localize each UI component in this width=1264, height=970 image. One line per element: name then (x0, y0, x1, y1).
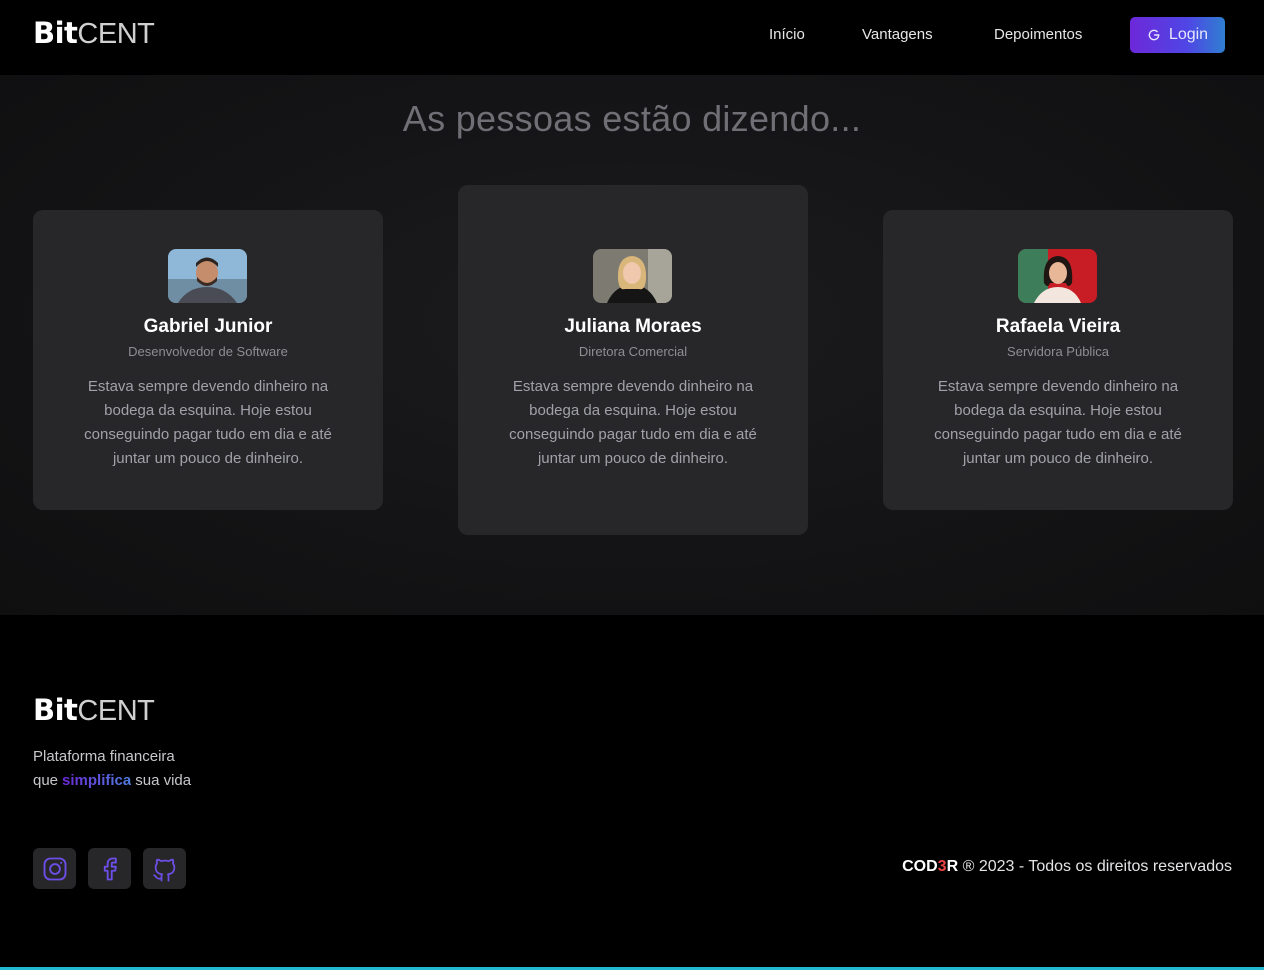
footer: BitCENT Plataforma financeira que simplif… (0, 615, 1264, 970)
facebook-button[interactable] (88, 848, 131, 889)
footer-tagline: Plataforma financeira que simplifica sua v… (33, 745, 191, 793)
testimonial-role: Diretora Comercial (578, 344, 688, 359)
tagline-pre: que (33, 772, 59, 789)
github-icon (152, 858, 175, 882)
login-button-label: Login (1168, 26, 1209, 43)
testimonial-card: Rafaela Vieira Servidora Pública Estava … (883, 210, 1233, 510)
avatar (168, 249, 247, 303)
copyright-text: COD3R ® 2023 - Todos os direitos reserva… (902, 858, 1232, 876)
instagram-icon (43, 857, 66, 880)
testimonial-name: Rafaela Vieira (995, 316, 1121, 337)
tagline-highlight: simplifica (62, 772, 132, 789)
google-icon (1148, 29, 1160, 41)
avatar (1018, 249, 1097, 303)
testimonial-role: Desenvolvedor de Software (128, 344, 288, 359)
tagline-line2: que simplifica sua vida (33, 769, 191, 793)
testimonial-text: Estava sempre devendo dinheiro na bodega… (84, 378, 332, 467)
github-button[interactable] (143, 848, 186, 889)
brand-logo[interactable]: BitCENT (33, 16, 155, 50)
testimonials-title: As pessoas estão dizendo... (402, 98, 862, 139)
tagline-line1: Plataforma financeira (33, 748, 175, 765)
facebook-icon (103, 857, 117, 880)
nav-link-inicio[interactable]: Início (769, 26, 805, 43)
avatar (593, 249, 672, 303)
cod3r-brand-c: R (946, 858, 959, 875)
cod3r-brand: COD3R (902, 858, 958, 875)
testimonial-text: Estava sempre devendo dinheiro na bodega… (934, 378, 1182, 467)
footer-logo-bold: Bit (33, 693, 78, 727)
brand-logo-bold: Bit (33, 16, 78, 50)
footer-logo[interactable]: BitCENT (33, 693, 155, 727)
instagram-button[interactable] (33, 848, 76, 889)
copyright-notice: ® 2023 - Todos os direitos reservados (958, 858, 1232, 875)
nav-link-depoimentos[interactable]: Depoimentos (994, 26, 1082, 43)
brand-logo-light: CENT (77, 18, 155, 50)
cod3r-brand-b: 3 (937, 858, 947, 875)
login-button[interactable]: Login (1130, 17, 1225, 53)
testimonial-card: Gabriel Junior Desenvolvedor de Software… (33, 210, 383, 510)
testimonial-role: Servidora Pública (1007, 344, 1109, 359)
footer-logo-light: CENT (77, 695, 155, 727)
testimonial-card: Juliana Moraes Diretora Comercial Estava… (458, 185, 808, 535)
tagline-post: sua vida (135, 772, 192, 789)
nav-link-vantagens[interactable]: Vantagens (862, 26, 933, 43)
top-navbar: BitCENT Início Vantagens Depoimentos Log… (0, 0, 1264, 75)
testimonial-name: Gabriel Junior (143, 316, 273, 337)
cod3r-brand-a: COD (902, 858, 938, 875)
testimonial-name: Juliana Moraes (564, 316, 702, 337)
testimonials-section: As pessoas estão dizendo... Gabriel Juni… (0, 75, 1264, 615)
testimonial-text: Estava sempre devendo dinheiro na bodega… (509, 378, 757, 467)
